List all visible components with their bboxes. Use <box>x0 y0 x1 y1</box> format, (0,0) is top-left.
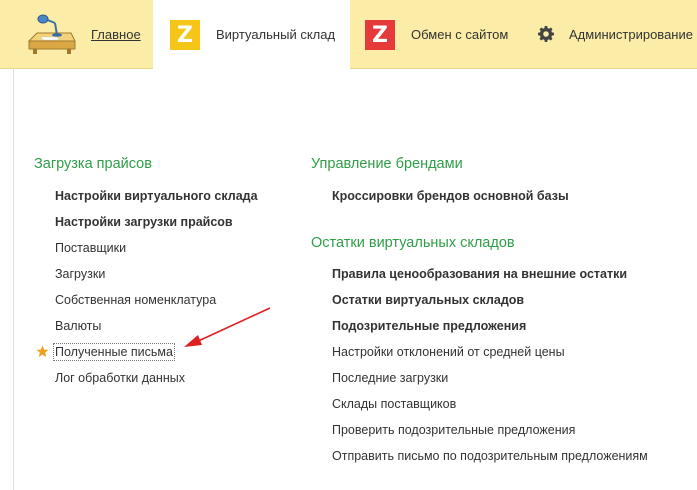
link-price-loading-settings[interactable]: Настройки загрузки прайсов <box>55 215 233 229</box>
tab-virtual-warehouse[interactable]: Z Виртуальный склад <box>153 0 350 69</box>
link-brand-cross-references[interactable]: Кроссировки брендов основной базы <box>332 189 569 203</box>
tab-home[interactable]: Главное <box>0 0 153 68</box>
link-data-processing-log[interactable]: Лог обработки данных <box>55 371 185 385</box>
main-window: Главное Z Виртуальный склад Z Обмен с са… <box>0 0 697 490</box>
annotation-arrow <box>184 307 271 347</box>
section-title-brand-management: Управление брендами <box>311 156 463 172</box>
tab-administration-label: Администрирование <box>569 27 693 42</box>
tab-administration[interactable]: Администрирование <box>525 0 697 68</box>
desk-lamp-icon <box>27 14 76 54</box>
tab-site-exchange-label: Обмен с сайтом <box>411 27 509 42</box>
link-check-suspicious-offers[interactable]: Проверить подозрительные предложения <box>332 423 575 437</box>
link-virtual-stock-balances[interactable]: Остатки виртуальных складов <box>332 293 524 307</box>
link-virtual-warehouse-settings[interactable]: Настройки виртуального склада <box>55 189 258 203</box>
z-logo-icon: Z <box>170 20 200 50</box>
favorite-star-icon[interactable] <box>36 345 49 358</box>
link-supplier-warehouses[interactable]: Склады поставщиков <box>332 397 456 411</box>
tab-site-exchange[interactable]: Z Обмен с сайтом <box>350 0 525 68</box>
section-title-virtual-stock: Остатки виртуальных складов <box>311 235 515 251</box>
link-currencies[interactable]: Валюты <box>55 319 101 333</box>
link-recent-loads[interactable]: Последние загрузки <box>332 371 448 385</box>
link-send-suspicious-letter[interactable]: Отправить письмо по подозрительным предл… <box>332 449 648 463</box>
section-tab-bar: Главное Z Виртуальный склад Z Обмен с са… <box>0 0 697 69</box>
tab-virtual-warehouse-label: Виртуальный склад <box>216 27 336 42</box>
section-title-price-loading: Загрузка прайсов <box>34 156 152 172</box>
link-loads[interactable]: Загрузки <box>55 267 105 281</box>
link-suppliers[interactable]: Поставщики <box>55 241 126 255</box>
gear-icon <box>538 26 554 42</box>
z-logo-icon: Z <box>365 20 395 50</box>
panel-border <box>13 68 14 490</box>
link-deviation-settings[interactable]: Настройки отклонений от средней цены <box>332 345 565 359</box>
tab-home-label: Главное <box>91 27 141 42</box>
link-suspicious-offers[interactable]: Подозрительные предложения <box>332 319 526 333</box>
link-pricing-rules[interactable]: Правила ценообразования на внешние остат… <box>332 267 627 281</box>
link-received-letters[interactable]: Полученные письма <box>53 343 175 361</box>
